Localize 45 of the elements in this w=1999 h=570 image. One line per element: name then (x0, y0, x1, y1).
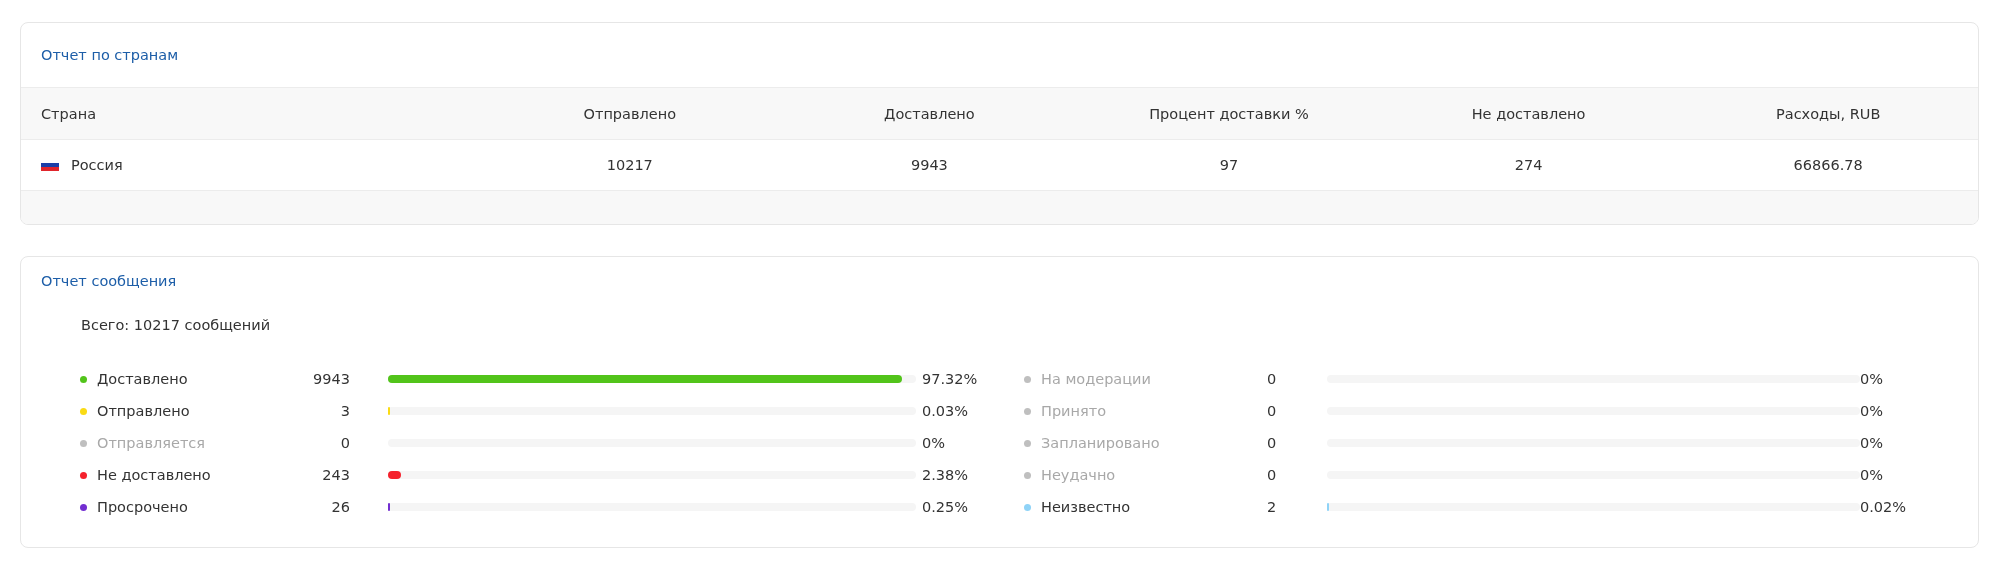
status-label: Не доставлено (97, 467, 212, 483)
table-cell: 10217 (606, 157, 653, 173)
status-count: 243 (321, 467, 350, 483)
status-count: 3 (339, 403, 350, 419)
status-label: Неудачно (1041, 467, 1117, 483)
status-label: Отправляется (97, 435, 207, 451)
status-percent: 0% (1860, 467, 1883, 483)
status-count: 0 (1267, 371, 1278, 387)
column-header: Расходы, RUB (1776, 105, 1881, 122)
status-percent: 0% (1860, 403, 1883, 419)
status-count: 9943 (312, 371, 350, 387)
status-percent: 0.25% (922, 499, 969, 515)
status-label: Просрочено (97, 499, 189, 515)
status-percent: 0.03% (922, 403, 969, 419)
status-percent: 0% (1860, 435, 1883, 451)
card-title: Отчет по странам (40, 46, 180, 65)
table-cell: Россия (71, 157, 123, 173)
table-cell: 66866.78 (1793, 157, 1863, 173)
status-label: Отправлено (97, 403, 191, 419)
status-count: 0 (1267, 467, 1278, 483)
status-percent: 0% (922, 435, 945, 451)
status-count: 0 (1267, 435, 1278, 451)
column-header: Отправлено (583, 105, 677, 122)
status-percent: 97.32% (922, 371, 978, 387)
column-header: Страна (40, 105, 98, 122)
card-title: Отчет сообщения (40, 272, 178, 291)
status-percent: 0.02% (1860, 499, 1907, 515)
status-label: Неизвестно (1041, 499, 1132, 515)
status-count: 2 (1267, 499, 1278, 515)
table-cell: 274 (1514, 157, 1543, 173)
status-count: 0 (339, 435, 350, 451)
status-label: Запланировано (1041, 435, 1161, 451)
table-cell: 97 (1219, 157, 1239, 173)
column-header: Процент доставки % (1149, 105, 1309, 122)
status-count: 26 (330, 499, 350, 515)
table-cell: 9943 (910, 157, 948, 173)
status-label: Доставлено (97, 371, 189, 387)
status-count: 0 (1267, 403, 1278, 419)
column-header: Не доставлено (1471, 105, 1586, 122)
column-header: Доставлено (884, 105, 975, 122)
status-percent: 2.38% (922, 467, 969, 483)
status-percent: 0% (1860, 371, 1883, 387)
status-label: Принято (1041, 403, 1108, 419)
status-label: На модерации (1041, 371, 1152, 387)
total-text: Всего: 10217 сообщений (81, 317, 271, 333)
